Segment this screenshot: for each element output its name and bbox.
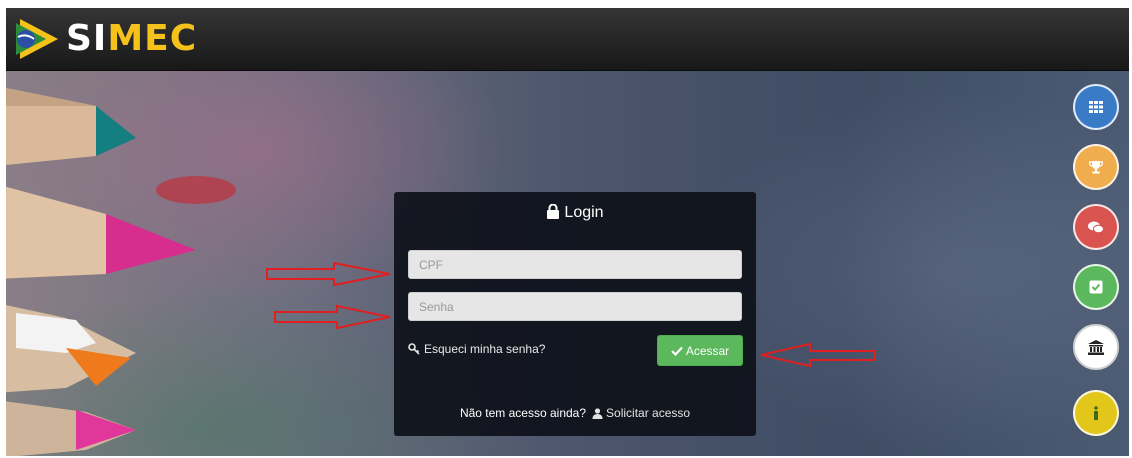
request-access-label: Solicitar acesso [606, 406, 691, 420]
login-panel: Login Esqueci minha senha? Acessar Não t… [394, 192, 756, 436]
login-title: Login [394, 203, 756, 224]
annotation-arrow-acessar [760, 342, 876, 368]
cpf-input[interactable] [408, 250, 742, 279]
acessar-label: Acessar [685, 343, 730, 358]
apps-grid-button[interactable] [1073, 84, 1119, 130]
user-icon [592, 407, 603, 419]
institution-button[interactable] [1073, 324, 1119, 370]
info-button[interactable] [1073, 390, 1119, 436]
no-access-text: Não tem acesso ainda? [459, 406, 587, 420]
checkbox-icon [1089, 280, 1103, 294]
top-bar: SIMEC [6, 8, 1129, 71]
pencil-white-orange [6, 298, 146, 398]
senha-input[interactable] [408, 292, 742, 321]
institution-icon [1088, 339, 1104, 355]
pencil-magenta [6, 400, 146, 456]
trophy-icon [1089, 161, 1103, 174]
logo-text-mec: MEC [107, 18, 198, 59]
logo[interactable]: SIMEC [12, 16, 197, 62]
chat-icon [1088, 221, 1104, 233]
brazil-flag-icon [16, 19, 58, 59]
request-access-line: Não tem acesso ainda? Solicitar acesso [394, 406, 756, 420]
trophy-button[interactable] [1073, 144, 1119, 190]
chat-button[interactable] [1073, 204, 1119, 250]
annotation-arrow-senha [274, 304, 391, 330]
lock-icon [546, 203, 560, 224]
forgot-password-label: Esqueci minha senha? [424, 342, 546, 356]
pencil-red [156, 170, 246, 210]
app-frame: SIMEC Login Esqueci minha senha? [6, 8, 1129, 456]
key-icon [408, 343, 420, 355]
grid-icon [1089, 101, 1103, 113]
acessar-button[interactable]: Acessar [657, 335, 743, 366]
logo-text: SIMEC [66, 21, 197, 57]
info-icon [1094, 406, 1098, 420]
annotation-arrow-cpf [266, 261, 391, 287]
checklist-button[interactable] [1073, 264, 1119, 310]
pencil-teal [6, 76, 166, 166]
check-icon [671, 346, 683, 356]
login-title-text: Login [564, 204, 604, 221]
request-access-link[interactable]: Solicitar acesso [592, 406, 690, 420]
logo-text-si: SI [66, 18, 108, 59]
forgot-password-link[interactable]: Esqueci minha senha? [408, 342, 545, 356]
